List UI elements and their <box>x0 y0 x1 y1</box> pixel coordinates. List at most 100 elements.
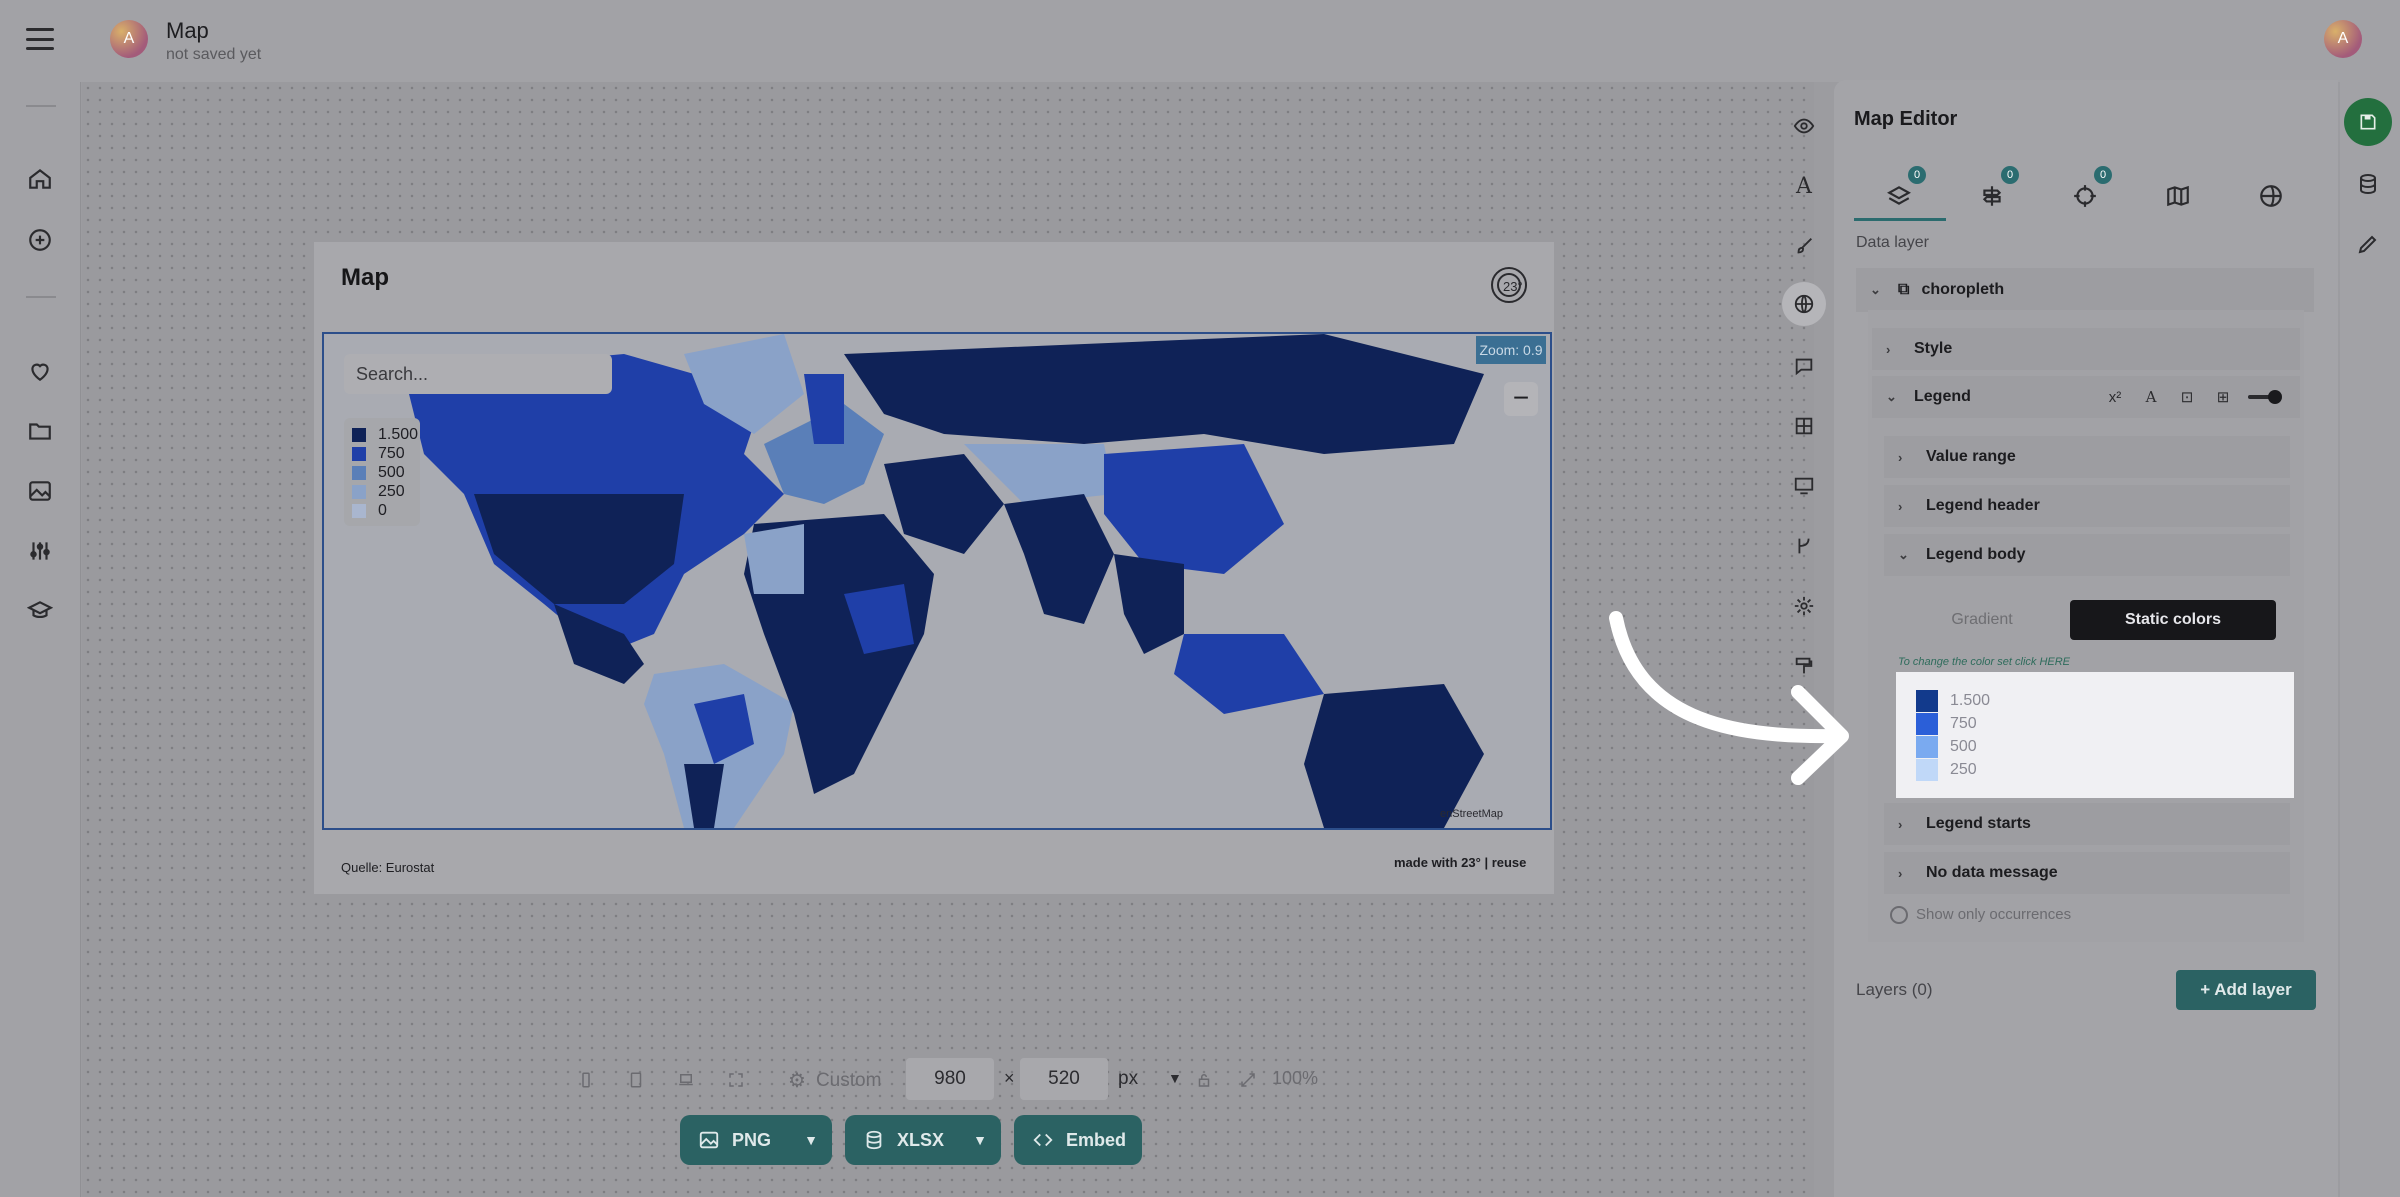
eye-icon[interactable] <box>1790 112 1818 140</box>
pencil-icon[interactable] <box>2354 230 2382 258</box>
show-only-occurrences-label: Show only occurrences <box>1916 906 2072 923</box>
zoom-out-button[interactable]: − <box>1504 382 1538 416</box>
globe-icon <box>2260 185 2282 207</box>
legend-swatch[interactable] <box>1916 690 1938 712</box>
legend-label: 500 <box>1950 738 1977 755</box>
database-icon <box>866 1130 882 1150</box>
save-icon <box>2360 114 2376 130</box>
accordion-legend-body[interactable]: ⌄ Legend body <box>1884 534 2290 576</box>
document-title[interactable]: Map <box>166 18 209 44</box>
unit-select[interactable]: px <box>1118 1068 1138 1090</box>
monitor-icon[interactable] <box>1790 472 1818 500</box>
accordion-label: Legend starts <box>1926 815 2031 832</box>
width-input[interactable]: 980 <box>906 1058 994 1100</box>
accordion-legend-starts[interactable]: › Legend starts <box>1884 803 2290 845</box>
legend-toggle[interactable] <box>2248 390 2282 404</box>
gear-icon: ⚙ <box>788 1070 806 1092</box>
tab-badge: 0 <box>1908 166 1926 184</box>
text-icon[interactable]: A <box>2140 388 2162 406</box>
plus-circle-icon[interactable] <box>24 224 56 256</box>
sliders-icon[interactable] <box>24 535 56 567</box>
legend-swatch <box>352 485 366 499</box>
folder-icon[interactable] <box>24 415 56 447</box>
chevron-down-icon[interactable]: ▼ <box>973 1132 987 1148</box>
section-label: Data layer <box>1856 234 1929 251</box>
world-map[interactable] <box>322 332 1552 830</box>
rail-divider <box>26 105 56 107</box>
home-icon[interactable] <box>24 163 56 195</box>
layers-icon <box>1887 186 1911 205</box>
chevron-right-icon: › <box>1898 449 1903 465</box>
branch-icon[interactable] <box>1790 532 1818 560</box>
add-layer-button[interactable]: + Add layer <box>2176 970 2316 1010</box>
crosshair-icon <box>2074 185 2096 207</box>
mobile-view-icon[interactable] <box>574 1068 598 1092</box>
export-xlsx-button[interactable]: XLSX ▼ <box>845 1115 1001 1165</box>
chevron-down-icon: ⌄ <box>1898 547 1909 562</box>
image-icon[interactable] <box>24 475 56 507</box>
legend-entry: 250 <box>352 483 405 501</box>
made-with-credit[interactable]: made with 23° | reuse <box>1394 855 1526 870</box>
fullscreen-icon[interactable] <box>724 1068 748 1092</box>
tablet-view-icon[interactable] <box>624 1068 648 1092</box>
legend-label: 250 <box>378 483 405 500</box>
legend-label: 1.500 <box>1950 692 1991 709</box>
heart-icon[interactable] <box>24 355 56 387</box>
tab-points[interactable]: 0 <box>2040 166 2130 222</box>
export-png-button[interactable]: PNG ▼ <box>680 1115 832 1165</box>
legend-entry: 250 <box>1916 759 1977 781</box>
chevron-down-icon[interactable]: ▼ <box>804 1132 818 1148</box>
brush-icon[interactable] <box>1790 232 1818 260</box>
legend-swatch[interactable] <box>1916 713 1938 735</box>
show-only-occurrences-radio[interactable] <box>1890 906 1908 924</box>
graduation-cap-icon[interactable] <box>24 595 56 627</box>
tab-markers[interactable]: 0 <box>1947 166 2037 222</box>
user-avatar[interactable]: A <box>2324 20 2362 58</box>
map-search-input[interactable]: Search... <box>344 354 612 394</box>
layer-choropleth[interactable]: ⌄ ⧉ choropleth <box>1856 268 2314 312</box>
legend-swatch <box>352 466 366 480</box>
accordion-style[interactable]: › Style <box>1872 328 2300 370</box>
legend-label: 0 <box>378 502 387 519</box>
menu-icon[interactable] <box>26 28 54 50</box>
database-icon[interactable] <box>2354 170 2382 198</box>
laptop-view-icon[interactable] <box>674 1068 698 1092</box>
map-attribution[interactable]: enStreetMap <box>1440 808 1503 820</box>
tab-data-layers[interactable]: 0 <box>1854 166 1944 222</box>
legend-swatch <box>352 504 366 518</box>
accordion-value-range[interactable]: › Value range <box>1884 436 2290 478</box>
frame-icon[interactable]: ⊡ <box>2176 388 2198 406</box>
tab-basemap[interactable] <box>2133 170 2223 222</box>
color-set-hint[interactable]: To change the color set click HERE <box>1898 656 2070 668</box>
legend-swatch <box>352 447 366 461</box>
gradient-option[interactable]: Gradient <box>1898 600 2066 640</box>
lock-ratio-icon[interactable] <box>1192 1068 1216 1092</box>
save-button[interactable] <box>2344 98 2392 146</box>
export-label: PNG <box>732 1129 772 1150</box>
height-input[interactable]: 520 <box>1020 1058 1108 1100</box>
logo-23-icon: 23° <box>1488 264 1530 306</box>
accordion-legend-header[interactable]: › Legend header <box>1884 485 2290 527</box>
scale-icon[interactable] <box>1236 1068 1260 1092</box>
tab-projection[interactable] <box>2226 170 2316 222</box>
tab-badge: 0 <box>2001 166 2019 184</box>
embed-button[interactable]: Embed <box>1014 1115 1142 1165</box>
text-icon[interactable]: A <box>1790 172 1818 200</box>
chevron-down-icon[interactable]: ▼ <box>1168 1070 1182 1086</box>
superscript-icon[interactable]: x² <box>2104 389 2126 406</box>
accordion-no-data-message[interactable]: › No data message <box>1884 852 2290 894</box>
legend-swatch[interactable] <box>1916 759 1938 781</box>
legend-label: 750 <box>378 445 405 462</box>
map-title: Map <box>341 264 389 291</box>
save-status: not saved yet <box>166 46 262 63</box>
grid-icon[interactable]: ⊞ <box>2212 388 2234 406</box>
legend-swatch[interactable] <box>1916 736 1938 758</box>
globe-icon[interactable] <box>1782 282 1826 326</box>
avatar-letter: A <box>2337 30 2349 47</box>
chevron-right-icon: › <box>1898 865 1903 881</box>
layout-icon[interactable] <box>1790 412 1818 440</box>
comment-icon[interactable] <box>1790 352 1818 380</box>
static-colors-option[interactable]: Static colors <box>2070 600 2276 640</box>
legend-entry: 500 <box>352 464 405 482</box>
size-preset[interactable]: ⚙ Custom <box>788 1068 881 1093</box>
